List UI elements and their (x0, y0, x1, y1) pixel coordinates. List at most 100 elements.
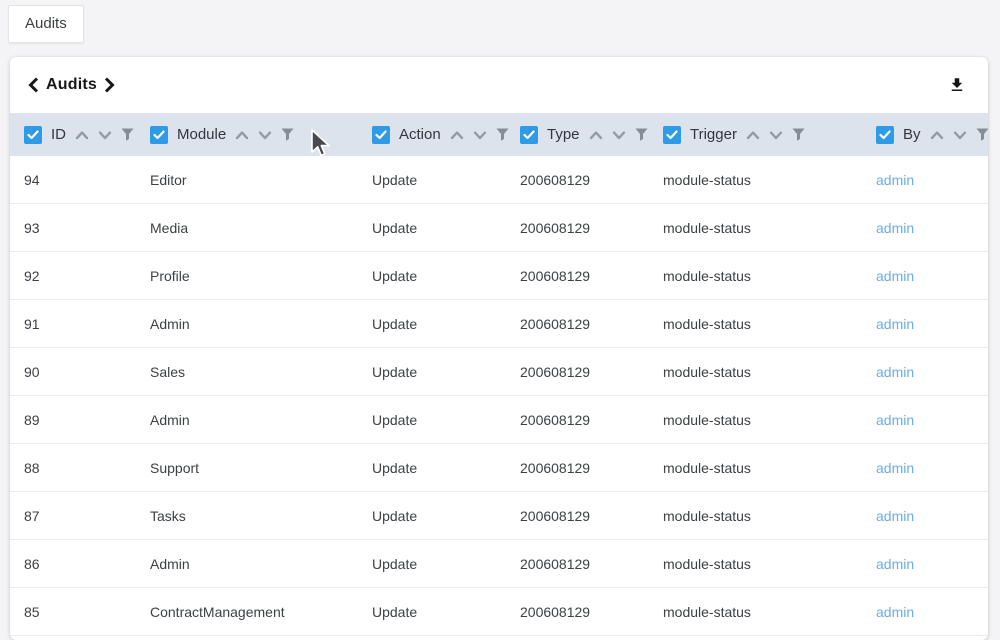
table-row[interactable]: 86 Admin Update 200608129 module-status … (10, 540, 988, 588)
cell-by: admin (862, 364, 988, 380)
filter-icon[interactable] (635, 128, 648, 141)
sort-ascending-icon[interactable] (589, 130, 603, 140)
cell-trigger: module-status (649, 172, 862, 188)
by-link[interactable]: admin (876, 316, 914, 332)
column-header-action: Action (358, 113, 506, 156)
tab-audits-label: Audits (25, 15, 67, 32)
column-checkbox[interactable] (150, 126, 168, 144)
by-link[interactable]: admin (876, 508, 914, 524)
cell-type: 200608129 (506, 556, 649, 572)
column-checkbox[interactable] (663, 126, 681, 144)
column-label: Type (547, 126, 580, 143)
cell-type: 200608129 (506, 220, 649, 236)
column-label: By (903, 126, 921, 143)
cell-module: Media (136, 220, 358, 236)
cell-by: admin (862, 508, 988, 524)
sort-descending-icon[interactable] (953, 130, 967, 140)
cell-id: 89 (10, 412, 136, 428)
by-link[interactable]: admin (876, 172, 914, 188)
cell-type: 200608129 (506, 604, 649, 620)
cell-id: 88 (10, 460, 136, 476)
cell-action: Update (358, 268, 506, 284)
cell-trigger: module-status (649, 460, 862, 476)
cell-trigger: module-status (649, 508, 862, 524)
column-label: Module (177, 126, 226, 143)
cell-action: Update (358, 508, 506, 524)
download-button[interactable] (946, 74, 968, 96)
column-header-module: Module (136, 113, 358, 156)
cell-id: 94 (10, 172, 136, 188)
table-header-row: ID Module Action (10, 113, 988, 156)
column-label: Action (399, 126, 441, 143)
chevron-right-icon[interactable] (104, 77, 115, 93)
sort-descending-icon[interactable] (769, 130, 783, 140)
cell-action: Update (358, 172, 506, 188)
by-link[interactable]: admin (876, 460, 914, 476)
cell-module: Admin (136, 316, 358, 332)
sort-descending-icon[interactable] (258, 130, 272, 140)
filter-icon[interactable] (121, 128, 134, 141)
page-title: Audits (46, 76, 97, 94)
cell-id: 87 (10, 508, 136, 524)
table-row[interactable]: 90 Sales Update 200608129 module-status … (10, 348, 988, 396)
by-link[interactable]: admin (876, 268, 914, 284)
cell-id: 93 (10, 220, 136, 236)
cell-trigger: module-status (649, 364, 862, 380)
filter-icon[interactable] (976, 128, 988, 141)
cell-type: 200608129 (506, 364, 649, 380)
sort-descending-icon[interactable] (98, 130, 112, 140)
sort-ascending-icon[interactable] (235, 130, 249, 140)
cell-by: admin (862, 220, 988, 236)
by-link[interactable]: admin (876, 412, 914, 428)
chevron-left-icon[interactable] (28, 77, 39, 93)
sort-ascending-icon[interactable] (930, 130, 944, 140)
sort-ascending-icon[interactable] (450, 130, 464, 140)
breadcrumb: Audits (28, 76, 115, 94)
cell-type: 200608129 (506, 268, 649, 284)
table-row[interactable]: 85 ContractManagement Update 200608129 m… (10, 588, 988, 636)
column-checkbox[interactable] (24, 126, 42, 144)
cell-trigger: module-status (649, 268, 862, 284)
cell-trigger: module-status (649, 316, 862, 332)
cell-module: Sales (136, 364, 358, 380)
table-row[interactable]: 89 Admin Update 200608129 module-status … (10, 396, 988, 444)
table-row[interactable]: 92 Profile Update 200608129 module-statu… (10, 252, 988, 300)
table-row[interactable]: 91 Admin Update 200608129 module-status … (10, 300, 988, 348)
cell-module: Support (136, 460, 358, 476)
panel-toolbar: Audits (10, 57, 988, 113)
by-link[interactable]: admin (876, 556, 914, 572)
cell-type: 200608129 (506, 172, 649, 188)
download-icon (948, 76, 966, 94)
cell-action: Update (358, 220, 506, 236)
table-row[interactable]: 93 Media Update 200608129 module-status … (10, 204, 988, 252)
column-checkbox[interactable] (876, 126, 894, 144)
sort-descending-icon[interactable] (473, 130, 487, 140)
column-header-id: ID (10, 113, 136, 156)
cell-trigger: module-status (649, 220, 862, 236)
cell-by: admin (862, 316, 988, 332)
sort-ascending-icon[interactable] (746, 130, 760, 140)
cell-action: Update (358, 316, 506, 332)
cell-type: 200608129 (506, 412, 649, 428)
by-link[interactable]: admin (876, 604, 914, 620)
tab-audits[interactable]: Audits (8, 5, 84, 43)
sort-descending-icon[interactable] (612, 130, 626, 140)
filter-icon[interactable] (281, 128, 294, 141)
by-link[interactable]: admin (876, 220, 914, 236)
cell-by: admin (862, 172, 988, 188)
by-link[interactable]: admin (876, 364, 914, 380)
cell-action: Update (358, 412, 506, 428)
cell-id: 85 (10, 604, 136, 620)
cell-id: 90 (10, 364, 136, 380)
cell-action: Update (358, 604, 506, 620)
sort-ascending-icon[interactable] (75, 130, 89, 140)
filter-icon[interactable] (792, 128, 805, 141)
table-row[interactable]: 88 Support Update 200608129 module-statu… (10, 444, 988, 492)
column-checkbox[interactable] (520, 126, 538, 144)
column-checkbox[interactable] (372, 126, 390, 144)
cell-by: admin (862, 268, 988, 284)
column-label: Trigger (690, 126, 737, 143)
cell-type: 200608129 (506, 316, 649, 332)
table-row[interactable]: 94 Editor Update 200608129 module-status… (10, 156, 988, 204)
table-row[interactable]: 87 Tasks Update 200608129 module-status … (10, 492, 988, 540)
